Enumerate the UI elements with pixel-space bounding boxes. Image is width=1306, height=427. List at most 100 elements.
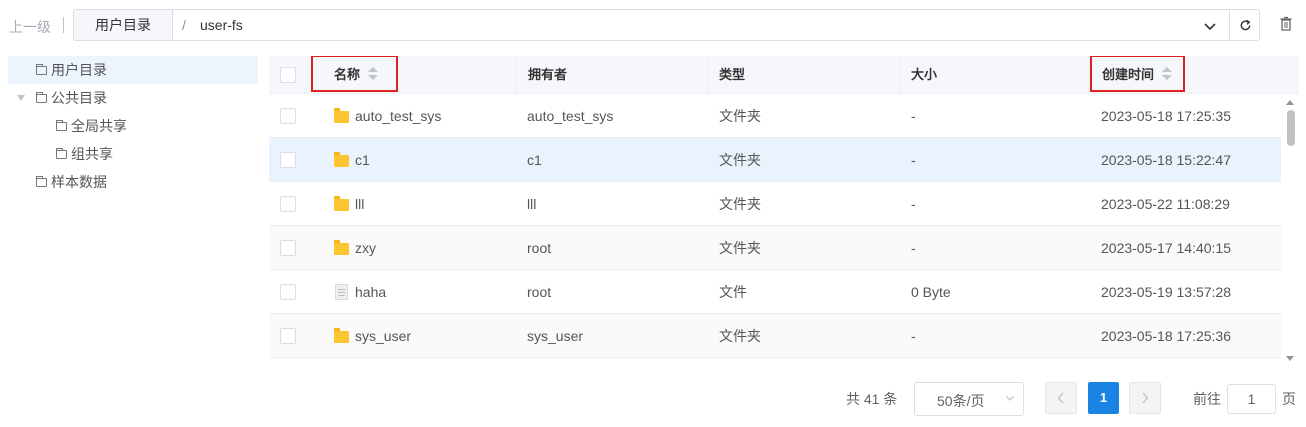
cell-name[interactable]: haha bbox=[355, 270, 386, 314]
folder-icon bbox=[334, 152, 349, 167]
cell-size: - bbox=[911, 240, 916, 256]
folder-icon bbox=[334, 108, 349, 123]
cell-created: 2023-05-19 13:57:28 bbox=[1101, 284, 1231, 300]
scroll-up-icon[interactable] bbox=[1286, 100, 1294, 105]
chevron-down-icon bbox=[1006, 396, 1014, 401]
cell-owner: root bbox=[527, 240, 552, 256]
prev-page-button[interactable] bbox=[1045, 382, 1077, 414]
row-checkbox[interactable] bbox=[280, 108, 296, 124]
chevron-right-icon bbox=[1142, 392, 1149, 404]
next-page-button[interactable] bbox=[1129, 382, 1161, 414]
pagination-total: 共 41 条 bbox=[846, 391, 898, 407]
current-path: user-fs bbox=[200, 17, 243, 33]
folder-icon bbox=[56, 148, 67, 159]
cell-owner: root bbox=[527, 284, 552, 300]
cell-name[interactable]: sys_user bbox=[355, 314, 411, 358]
path-root-segment[interactable]: 用户目录 bbox=[74, 10, 173, 40]
folder-icon bbox=[56, 120, 67, 131]
cell-size: - bbox=[911, 196, 916, 212]
row-checkbox[interactable] bbox=[280, 240, 296, 256]
cell-size: - bbox=[911, 108, 916, 124]
goto-suffix: 页 bbox=[1282, 391, 1296, 407]
tree-node-label: 公共目录 bbox=[51, 90, 107, 106]
cell-size: - bbox=[911, 328, 916, 344]
tree-node-public-dir[interactable]: 公共目录 bbox=[8, 84, 258, 112]
cell-created: 2023-05-22 11:08:29 bbox=[1101, 196, 1230, 212]
chevron-left-icon bbox=[1057, 392, 1064, 404]
cell-owner: auto_test_sys bbox=[527, 108, 614, 124]
goto-label: 前往 bbox=[1193, 391, 1221, 407]
folder-icon bbox=[334, 196, 349, 211]
page-number-current[interactable]: 1 bbox=[1088, 382, 1119, 414]
cell-type: 文件夹 bbox=[719, 196, 761, 212]
cell-created: 2023-05-17 14:40:15 bbox=[1101, 240, 1231, 256]
cell-created: 2023-05-18 17:25:35 bbox=[1101, 108, 1231, 124]
folder-icon bbox=[36, 92, 47, 103]
folder-icon bbox=[36, 64, 47, 75]
row-checkbox[interactable] bbox=[280, 284, 296, 300]
path-separator: / bbox=[182, 17, 186, 33]
cell-owner: c1 bbox=[527, 152, 542, 168]
page-size-select[interactable]: 50条/页 bbox=[914, 382, 1024, 416]
cell-owner: sys_user bbox=[527, 328, 584, 344]
folder-icon bbox=[334, 328, 349, 343]
cell-name[interactable]: auto_test_sys bbox=[355, 94, 441, 138]
column-divider bbox=[515, 56, 516, 94]
table-row[interactable]: haha root 文件 0 Byte 2023-05-19 13:57:28 bbox=[269, 270, 1281, 314]
table-row[interactable]: sys_user sys_user 文件夹 - 2023-05-18 17:25… bbox=[269, 314, 1281, 358]
table-scrollbar[interactable] bbox=[1282, 94, 1299, 365]
refresh-icon bbox=[1240, 19, 1250, 30]
folder-icon bbox=[36, 176, 47, 187]
delete-icon[interactable] bbox=[1279, 16, 1293, 32]
cell-type: 文件夹 bbox=[719, 328, 761, 344]
tree-node-global-share[interactable]: 全局共享 bbox=[8, 112, 258, 140]
column-divider bbox=[707, 56, 708, 94]
cell-type: 文件 bbox=[719, 284, 747, 300]
tree-node-label: 用户目录 bbox=[51, 62, 107, 78]
tree-node-sample-data[interactable]: 样本数据 bbox=[8, 168, 258, 196]
tree-node-group-share[interactable]: 组共享 bbox=[8, 140, 258, 168]
cell-size: - bbox=[911, 152, 916, 168]
select-all-checkbox[interactable] bbox=[280, 67, 296, 83]
scroll-down-icon[interactable] bbox=[1286, 356, 1294, 361]
table-row[interactable]: auto_test_sys auto_test_sys 文件夹 - 2023-0… bbox=[269, 94, 1281, 138]
scrollbar-thumb[interactable] bbox=[1287, 110, 1295, 146]
cell-name[interactable]: lll bbox=[355, 182, 364, 226]
table-row[interactable]: zxy root 文件夹 - 2023-05-17 14:40:15 bbox=[269, 226, 1281, 270]
cell-size: 0 Byte bbox=[911, 284, 951, 300]
cell-type: 文件夹 bbox=[719, 152, 761, 168]
row-checkbox[interactable] bbox=[280, 196, 296, 212]
cell-owner: lll bbox=[527, 196, 537, 212]
column-header-owner: 拥有者 bbox=[528, 67, 568, 82]
tree-node-label: 样本数据 bbox=[51, 174, 107, 190]
column-header-size: 大小 bbox=[911, 67, 938, 82]
cell-name[interactable]: c1 bbox=[355, 138, 370, 182]
table-row[interactable]: c1 c1 文件夹 - 2023-05-18 15:22:47 bbox=[269, 138, 1281, 182]
table-body: auto_test_sys auto_test_sys 文件夹 - 2023-0… bbox=[269, 94, 1281, 358]
tree-node-label: 组共享 bbox=[71, 146, 113, 162]
file-icon bbox=[335, 284, 348, 300]
tree-node-user-dir[interactable]: 用户目录 bbox=[8, 56, 258, 84]
cell-name[interactable]: zxy bbox=[355, 226, 376, 270]
path-input[interactable]: 用户目录 / user-fs bbox=[73, 9, 1260, 41]
cell-type: 文件夹 bbox=[719, 108, 761, 124]
file-table: 名称 拥有者 类型 大小 创建时间 auto_test_sys auto_tes… bbox=[269, 56, 1299, 358]
row-checkbox[interactable] bbox=[280, 328, 296, 344]
table-row[interactable]: lll lll 文件夹 - 2023-05-22 11:08:29 bbox=[269, 182, 1281, 226]
cell-created: 2023-05-18 15:22:47 bbox=[1101, 152, 1231, 168]
highlight-box-name bbox=[311, 56, 398, 92]
directory-tree: 用户目录 公共目录 全局共享 组共享 样本数据 bbox=[8, 56, 258, 196]
highlight-box-created bbox=[1090, 56, 1185, 92]
divider bbox=[63, 17, 64, 33]
expand-arrow-icon[interactable] bbox=[17, 95, 25, 101]
table-header: 名称 拥有者 类型 大小 创建时间 bbox=[269, 56, 1299, 94]
cell-created: 2023-05-18 17:25:36 bbox=[1101, 328, 1231, 344]
chevron-down-icon[interactable] bbox=[1202, 18, 1218, 34]
goto-page-input[interactable] bbox=[1227, 384, 1276, 414]
page-size-value: 50条/页 bbox=[937, 393, 985, 409]
row-checkbox[interactable] bbox=[280, 152, 296, 168]
path-bar: 上一级 用户目录 / user-fs bbox=[0, 0, 1306, 50]
column-divider bbox=[899, 56, 900, 94]
refresh-button[interactable] bbox=[1229, 10, 1260, 40]
up-level-button[interactable]: 上一级 bbox=[9, 17, 51, 37]
